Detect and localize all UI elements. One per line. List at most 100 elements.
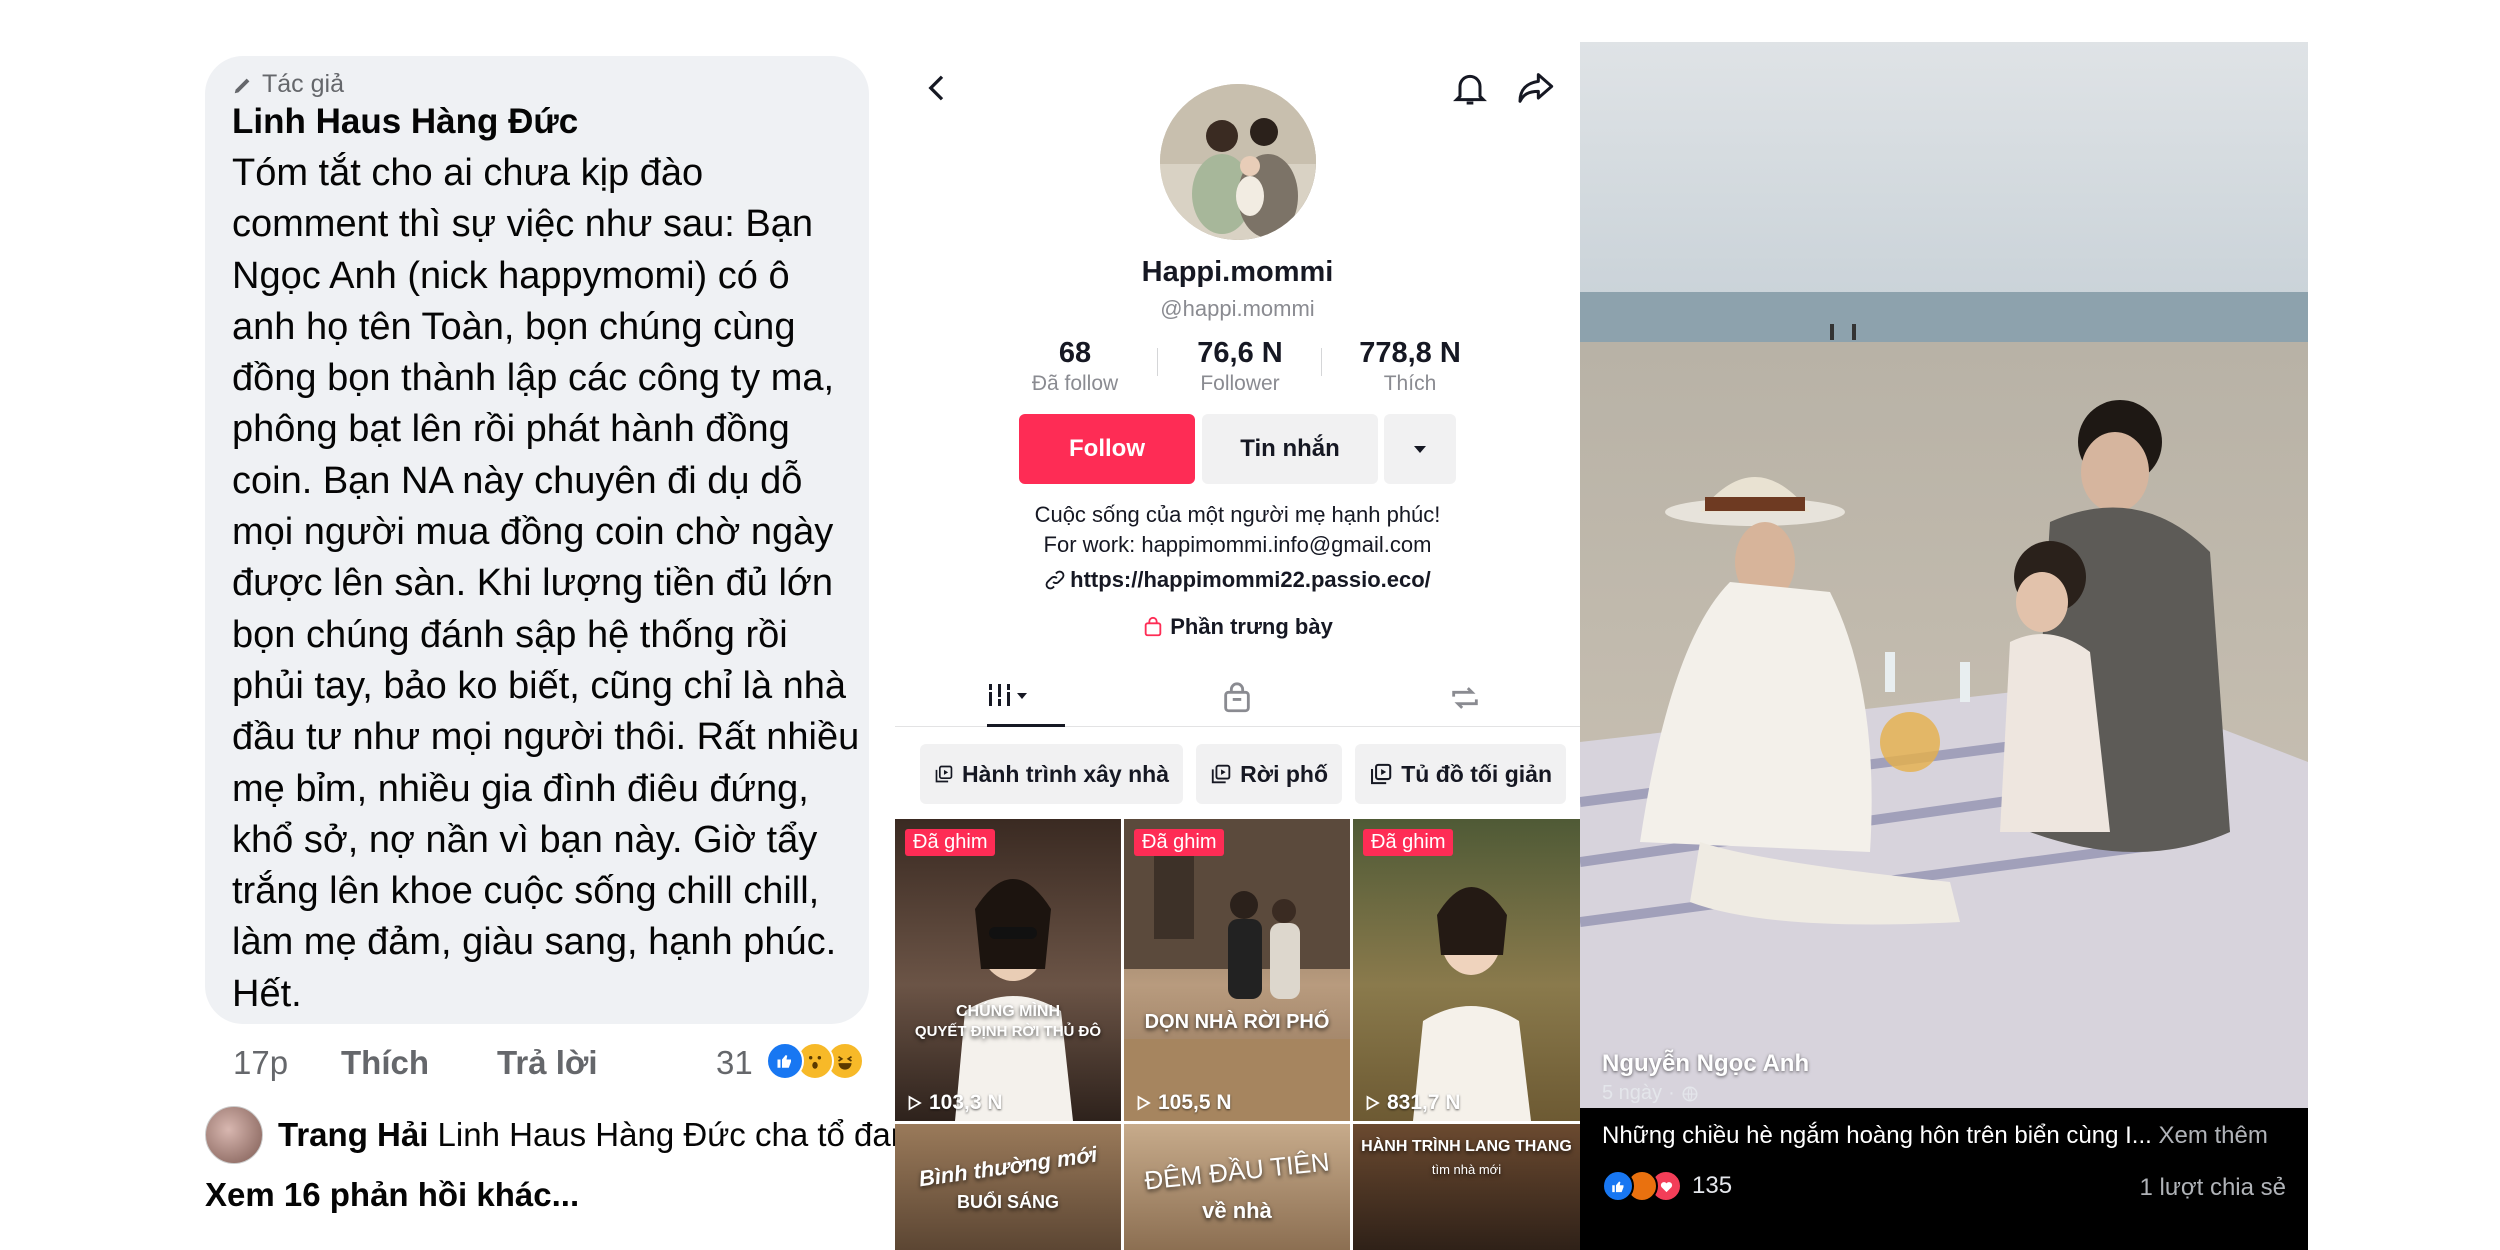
video-thumbnail[interactable]: Đã ghim CHÚNG MÌNH QUYẾT ĐỊNH RỜI THỦ ĐÔ… [895,819,1121,1121]
reaction-count[interactable]: 31 [716,1044,753,1082]
tab-videos[interactable] [895,670,1123,727]
profile-avatar[interactable] [1160,84,1316,240]
active-tab-indicator [987,724,1065,727]
playlist-label: Tủ đồ tối giản [1401,760,1552,787]
caption-text: Những chiều hè ngắm hoàng hôn trên biển … [1602,1122,2152,1149]
profile-handle: @happi.mommi [1160,296,1315,321]
playlist-label: Hành trình xây nhà [961,760,1169,787]
comment-actions: 17p Thích Trả lời 31 [233,1036,873,1086]
video-overlay-text: tìm nhà mới [1431,1162,1502,1177]
shopping-bag-icon [1144,616,1162,637]
showcase-link[interactable]: Phần trưng bày [895,614,1580,640]
video-overlay-text: ĐÊM ĐẦU TIÊN [1142,1146,1331,1196]
like-icon [1602,1170,1634,1202]
stat-followers[interactable]: 76,6 N Follower [1175,337,1305,396]
video-overlay-text: CHÚNG MÌNH [956,1003,1060,1020]
see-more-link[interactable]: Xem thêm [2158,1122,2267,1149]
video-overlay-text: Bình thường mới [917,1141,1099,1192]
playlist-chip-wardrobe[interactable]: Tủ đồ tối giản [1355,744,1566,804]
view-count-value: 103,3 N [929,1091,1003,1114]
share-icon[interactable] [1514,68,1556,108]
bio-line-2: For work: happimommi.info@gmail.com [1043,532,1432,557]
stat-label: Đã follow [1031,372,1119,395]
video-thumbnail[interactable]: Đã ghim 831,7 N [1353,819,1580,1121]
post-caption: Những chiều hè ngắm hoàng hôn trên biển … [1602,1122,2268,1150]
back-arrow-icon[interactable] [922,70,952,106]
pinned-badge: Đã ghim [1134,829,1225,856]
more-options-button[interactable] [1384,414,1456,484]
caret-down-icon [1414,446,1426,453]
pinned-badge: Đã ghim [905,829,996,856]
playlist-icon [1371,763,1392,785]
video-overlay-text: DỌN NHÀ RỜI PHỐ [1144,1011,1330,1033]
view-more-replies-link[interactable]: Xem 16 phản hồi khác... [205,1176,579,1214]
divider [1321,348,1322,376]
tab-shop[interactable] [1123,670,1351,726]
facebook-photo-panel: Nguyễn Ngọc Anh 5 ngày · Những chiều hè n… [1580,42,2308,1250]
video-preview-image [955,879,1073,1121]
globe-icon [1682,1086,1698,1101]
author-badge: Tác giả [232,70,344,99]
reply-text: Linh Haus Hàng Đức cha tổ đan... [437,1116,937,1153]
share-count[interactable]: 1 lượt chia sẻ [2139,1174,2286,1202]
view-count-value: 105,5 N [1158,1091,1232,1114]
stat-value: 76,6 N [1197,337,1283,369]
showcase-label[interactable]: Phần trưng bày [1170,614,1333,639]
video-thumbnail[interactable]: Bình thường mới BUỔI SÁNG [895,1124,1121,1250]
play-icon [1137,1095,1151,1111]
tiktok-profile-panel: Happi.mommi @happi.mommi 68 Đã follow 76… [895,42,1580,1250]
like-icon [766,1042,804,1080]
facebook-comment-panel: Tác giả Linh Haus Hàng Đức Tóm tắt cho a… [205,56,937,1236]
avatar[interactable] [205,1106,263,1164]
pinned-badge: Đã ghim [1363,829,1454,856]
comment-author-name[interactable]: Linh Haus Hàng Đức [232,102,578,142]
tab-reposts[interactable] [1351,670,1579,726]
video-overlay-text: QUYẾT ĐỊNH RỜI THỦ ĐÔ [914,1023,1102,1040]
bio-link[interactable]: https://happimommi22.passio.eco/ [895,567,1580,593]
bio-link-text[interactable]: https://happimommi22.passio.eco/ [1070,567,1431,592]
play-icon [1366,1095,1380,1111]
author-badge-label: Tác giả [262,70,344,98]
link-icon [1045,570,1065,590]
playlist-chip-leave-city[interactable]: Rời phố [1196,744,1342,804]
message-button[interactable]: Tin nhắn [1202,414,1378,484]
stat-likes[interactable]: 778,8 N Thích [1330,337,1490,396]
stat-following[interactable]: 68 Đã follow [1010,337,1140,396]
view-count: 105,5 N [1134,1091,1232,1115]
reaction-count: 135 [1692,1172,1733,1199]
comment-bubble: Tác giả Linh Haus Hàng Đức Tóm tắt cho a… [205,56,869,1024]
playlist-chip-house[interactable]: Hành trình xây nhà [920,744,1183,804]
view-count: 103,3 N [905,1091,1003,1115]
shop-bag-icon [1224,682,1250,713]
reply-button[interactable]: Trả lời [497,1044,598,1082]
video-overlay-text: HÀNH TRÌNH LANG THANG [1361,1138,1572,1155]
video-thumbnail[interactable]: ĐÊM ĐẦU TIÊN về nhà [1124,1124,1350,1250]
playlist-icon [1211,764,1231,784]
pencil-icon [234,78,250,93]
reply-item: Trang Hải Linh Haus Hàng Đức cha tổ đan.… [205,1106,937,1166]
stat-label: Follower [1200,372,1280,395]
like-button[interactable]: Thích [341,1044,429,1082]
post-footer: Những chiều hè ngắm hoàng hôn trên biển … [1580,1108,2308,1250]
video-thumbnail[interactable]: Đã ghim DỌN NHÀ RỜI PHỐ 105,5 N [1124,819,1350,1121]
profile-username: Happi.mommi [1141,256,1334,288]
video-thumbnail[interactable]: HÀNH TRÌNH LANG THANG tìm nhà mới [1353,1124,1580,1250]
bell-icon[interactable] [1450,68,1490,108]
play-icon [908,1095,922,1111]
beach-photo[interactable] [1580,42,2308,1108]
follow-button[interactable]: Follow [1019,414,1195,484]
divider [1157,348,1158,376]
reply-author[interactable]: Trang Hải [278,1116,428,1153]
comment-text: Tóm tắt cho ai chưa kịp đào comment thì … [232,152,860,1015]
repost-icon [1452,687,1478,709]
video-preview-image [1124,819,1350,1121]
playlist-icon [935,765,953,783]
post-reactions[interactable]: 135 [1602,1170,1732,1202]
post-time[interactable]: 5 ngày [1602,1082,1662,1105]
playlist-label: Rời phố [1240,760,1328,787]
reply-preview[interactable]: Trang Hải Linh Haus Hàng Đức cha tổ đan.… [278,1116,937,1154]
view-count-value: 831,7 N [1387,1091,1461,1114]
comment-time[interactable]: 17p [233,1044,288,1082]
post-meta: 5 ngày · [1602,1082,1699,1105]
post-author[interactable]: Nguyễn Ngọc Anh [1602,1050,1809,1078]
